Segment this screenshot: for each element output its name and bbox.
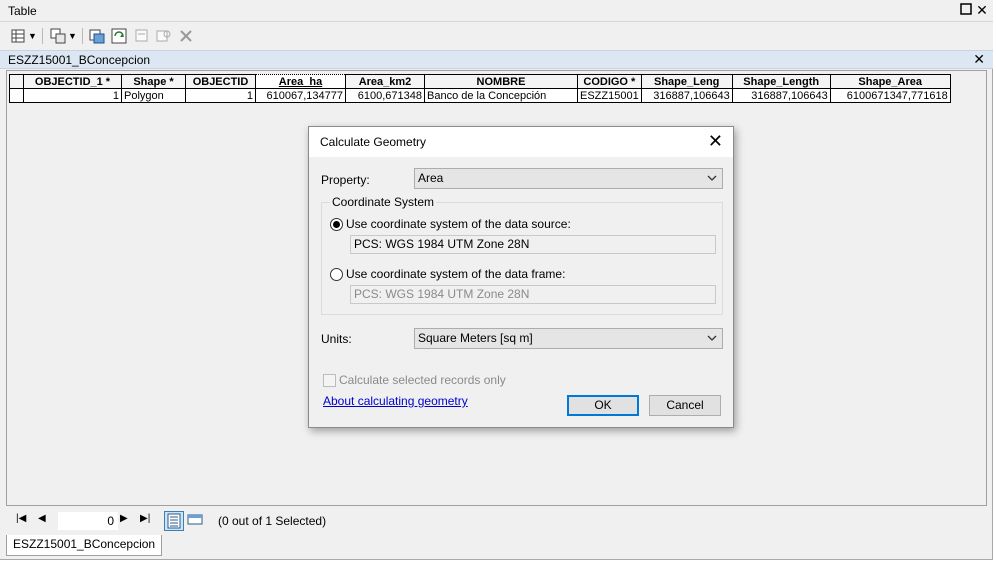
record-number-field[interactable]: 0 (58, 512, 118, 530)
close-icon[interactable]: ✕ (973, 51, 985, 68)
show-selected-records-button[interactable] (186, 511, 206, 531)
chevron-down-icon (706, 169, 718, 188)
clear-selection-button[interactable] (134, 26, 150, 46)
previous-record-button[interactable]: ◀ (38, 513, 46, 524)
table-cell[interactable]: Banco de la Concepción (424, 88, 578, 103)
property-dropdown[interactable]: Area (414, 168, 723, 189)
radio-data-frame[interactable]: Use coordinate system of the data frame: (330, 267, 565, 281)
radio-data-frame-label: Use coordinate system of the data frame: (346, 267, 566, 281)
units-label: Units: (321, 332, 352, 346)
selected-records-icon (187, 514, 203, 525)
row-selector-header[interactable] (9, 74, 24, 89)
cancel-button[interactable]: Cancel (649, 395, 721, 416)
related-tables-button[interactable]: ▼ (50, 26, 77, 46)
first-record-button[interactable]: |◀ (16, 513, 26, 524)
source-cs-field: PCS: WGS 1984 UTM Zone 28N (350, 235, 716, 254)
zoom-to-selected-icon (156, 28, 172, 44)
status-bar: |◀ ◀ 0 ▶ ▶| (0 out of 1 Selected) (6, 508, 987, 534)
property-label: Property: (321, 173, 370, 187)
group-label: Coordinate System (330, 195, 437, 209)
table-cell[interactable]: 316887,106643 (731, 88, 831, 103)
table-options-button[interactable]: ▼ (10, 26, 37, 46)
radio-selected-icon (330, 217, 343, 231)
help-link[interactable]: About calculating geometry (323, 394, 468, 408)
column-header[interactable]: NOMBRE (424, 74, 578, 89)
ok-button[interactable]: OK (567, 395, 639, 416)
table-cell[interactable]: 316887,106643 (640, 88, 733, 103)
switch-selection-icon (111, 28, 127, 44)
related-tables-icon (50, 28, 66, 44)
column-header[interactable]: Area_km2 (345, 74, 425, 89)
delete-selected-icon (178, 28, 194, 44)
chevron-down-icon (706, 329, 718, 348)
toolbar: ▼ ▼ (0, 22, 993, 50)
checkbox-label: Calculate selected records only (339, 373, 506, 387)
bottom-table-tab[interactable]: ESZZ15001_BConcepcion (6, 535, 163, 556)
table-row[interactable]: 1 Polygon 1 610067,134777 6100,671348 Ba… (9, 88, 951, 103)
table-cell[interactable]: 610067,134777 (255, 88, 346, 103)
table-options-icon (10, 28, 26, 44)
radio-data-source-label: Use coordinate system of the data source… (346, 217, 571, 231)
toolbar-separator (42, 28, 43, 44)
selection-count: (0 out of 1 Selected) (218, 514, 327, 528)
zoom-to-selected-button[interactable] (156, 26, 172, 46)
all-records-icon (167, 513, 181, 529)
delete-selected-button[interactable] (178, 26, 194, 46)
coordinate-system-group: Coordinate System Use coordinate system … (321, 195, 723, 315)
property-value: Area (418, 171, 444, 185)
table-window: Table ✕ ▼ ▼ ESZZ15001_BConcepcion ✕ OBJE… (0, 0, 993, 560)
column-header[interactable]: OBJECTID_1 * (23, 74, 122, 89)
column-header[interactable]: Shape_Length (731, 74, 831, 89)
calculate-geometry-dialog: Calculate Geometry ✕ Property: Area Coor… (308, 126, 734, 428)
table-cell[interactable]: 6100,671348 (345, 88, 425, 103)
next-record-button[interactable]: ▶ (120, 513, 128, 524)
attribute-table: OBJECTID_1 * Shape * OBJECTID Area_ha Ar… (9, 74, 951, 103)
title-bar: Table ✕ (0, 0, 993, 22)
last-record-button[interactable]: ▶| (140, 513, 150, 524)
clear-selection-icon (134, 28, 150, 44)
restore-icon[interactable] (958, 2, 974, 18)
column-header[interactable]: Shape_Leng (640, 74, 733, 89)
table-tab-name: ESZZ15001_BConcepcion (8, 53, 151, 67)
dialog-title-bar: Calculate Geometry ✕ (309, 127, 733, 157)
units-dropdown[interactable]: Square Meters [sq m] (414, 328, 723, 349)
selected-only-checkbox[interactable]: Calculate selected records only (323, 373, 506, 387)
units-value: Square Meters [sq m] (418, 331, 533, 345)
checkbox-icon (323, 373, 336, 387)
table-cell[interactable]: Polygon (121, 88, 186, 103)
header-row: OBJECTID_1 * Shape * OBJECTID Area_ha Ar… (9, 74, 951, 89)
table-cell[interactable]: 1 (23, 88, 122, 103)
select-by-attributes-icon (89, 28, 105, 44)
table-cell[interactable]: ESZZ15001 (577, 88, 642, 103)
dialog-title: Calculate Geometry (320, 135, 427, 149)
close-icon[interactable]: ✕ (974, 2, 990, 18)
switch-selection-button[interactable] (111, 26, 127, 46)
toolbar-separator (82, 28, 83, 44)
close-icon[interactable]: ✕ (708, 131, 723, 151)
row-selector[interactable] (9, 88, 24, 103)
column-header[interactable]: Shape * (121, 74, 186, 89)
table-cell[interactable]: 1 (185, 88, 256, 103)
column-header[interactable]: Shape_Area (829, 74, 951, 89)
radio-unselected-icon (330, 267, 343, 281)
column-header[interactable]: OBJECTID (185, 74, 256, 89)
radio-data-source[interactable]: Use coordinate system of the data source… (330, 217, 571, 231)
column-header[interactable]: CODIGO * (577, 74, 642, 89)
window-title: Table (8, 4, 37, 18)
show-all-records-button[interactable] (164, 511, 184, 531)
table-cell[interactable]: 6100671347,771618 (829, 88, 951, 103)
frame-cs-field: PCS: WGS 1984 UTM Zone 28N (350, 285, 716, 304)
select-by-attributes-button[interactable] (89, 26, 105, 46)
column-header[interactable]: Area_ha (255, 74, 346, 89)
table-tab-header: ESZZ15001_BConcepcion ✕ (0, 50, 993, 69)
